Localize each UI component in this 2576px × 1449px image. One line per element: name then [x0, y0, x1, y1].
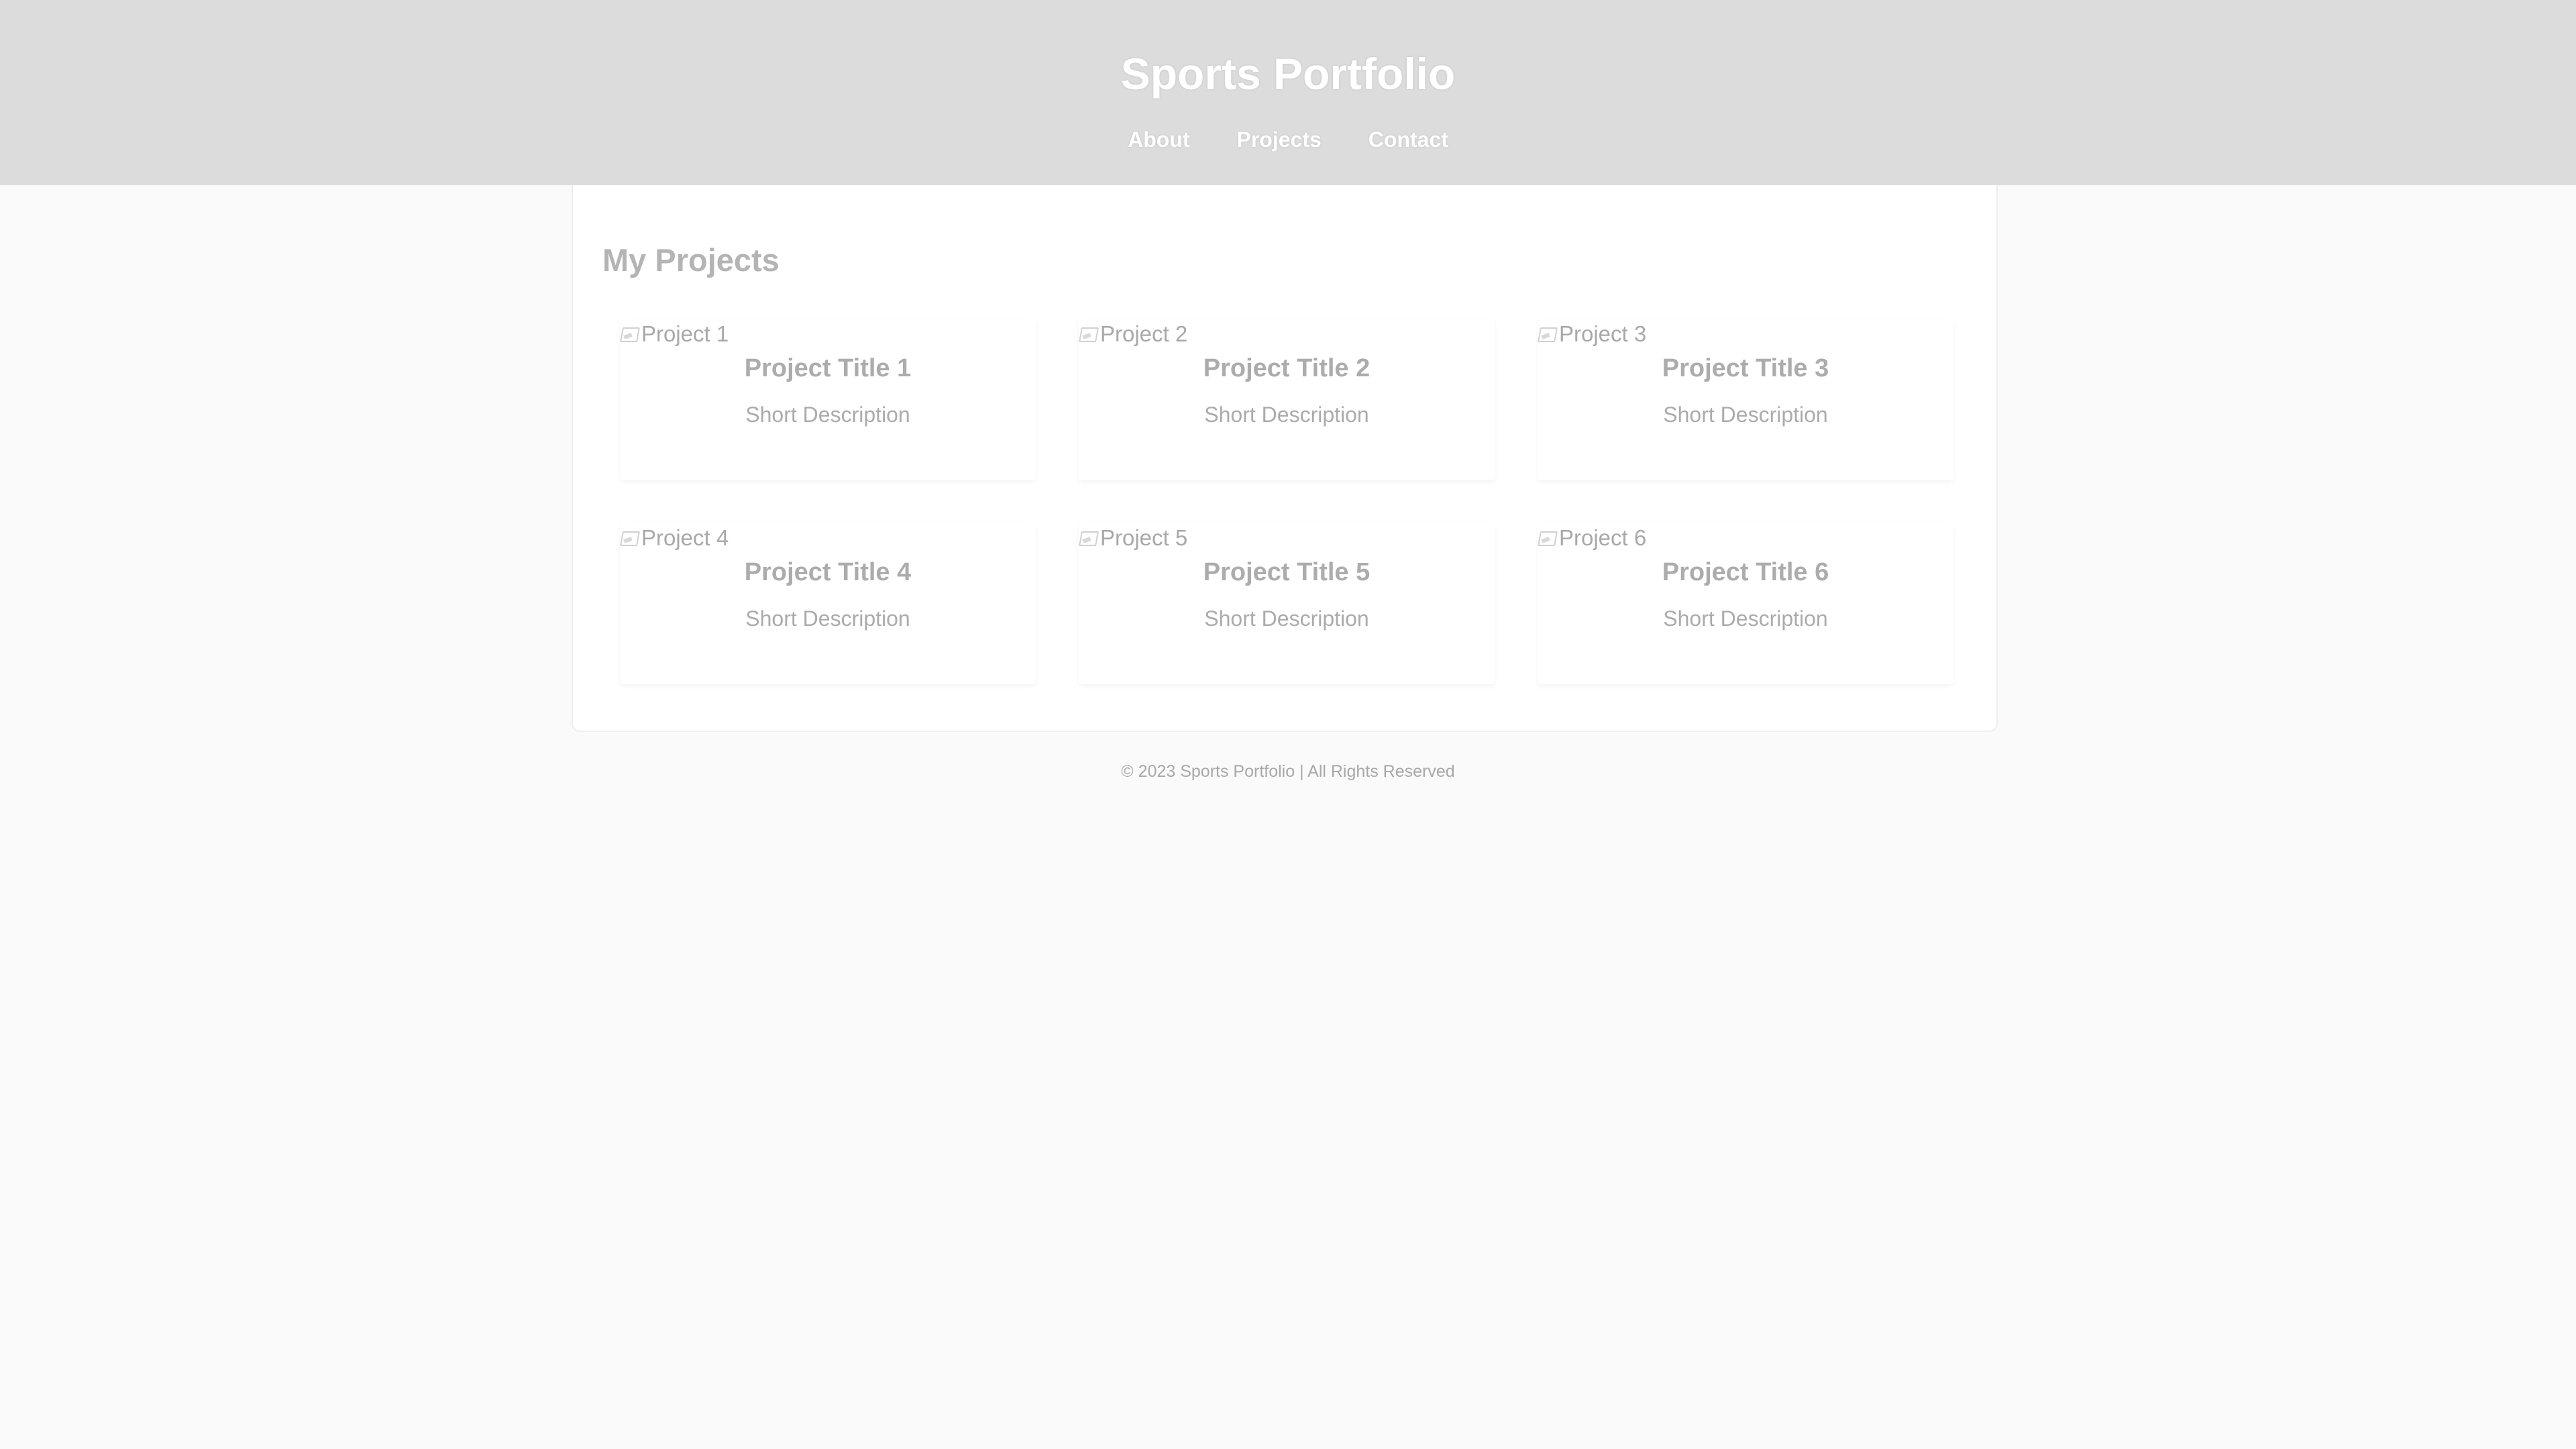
broken-image-icon: [1538, 529, 1556, 547]
project-image-alt: Project 5: [1100, 525, 1188, 550]
nav-link-about[interactable]: About: [1128, 123, 1189, 156]
project-description: Short Description: [1663, 606, 1828, 631]
project-image-alt: Project 3: [1559, 321, 1647, 346]
project-card-3[interactable]: Project 3 Project Title 3 Short Descript…: [1538, 319, 1953, 480]
project-title: Project Title 2: [1203, 354, 1371, 382]
site-footer: © 2023 Sports Portfolio | All Rights Res…: [0, 758, 2576, 785]
nav-link-contact[interactable]: Contact: [1368, 123, 1448, 156]
project-image: Project 6: [1538, 523, 1646, 553]
project-image: Project 3: [1538, 319, 1646, 349]
broken-image-icon: [1538, 325, 1556, 343]
broken-image-icon: [620, 325, 639, 343]
footer-copyright: © 2023 Sports Portfolio | All Rights Res…: [1121, 762, 1455, 781]
main-nav: About Projects Contact: [0, 123, 2576, 156]
site-title: Sports Portfolio: [1120, 49, 1456, 99]
project-title: Project Title 3: [1662, 354, 1829, 382]
project-card-5[interactable]: Project 5 Project Title 5 Short Descript…: [1079, 523, 1495, 684]
project-card-2[interactable]: Project 2 Project Title 2 Short Descript…: [1079, 319, 1495, 480]
project-image: Project 5: [1079, 523, 1187, 553]
project-description: Short Description: [745, 402, 910, 427]
nav-link-projects[interactable]: Projects: [1237, 123, 1322, 156]
project-image: Project 2: [1079, 319, 1187, 349]
project-card-6[interactable]: Project 6 Project Title 6 Short Descript…: [1538, 523, 1953, 684]
section-title: My Projects: [602, 242, 780, 278]
project-title: Project Title 4: [744, 558, 912, 586]
project-title: Project Title 1: [744, 354, 912, 382]
project-image: Project 1: [620, 319, 729, 349]
projects-section: My Projects Project 1 Project Title 1 Sh…: [572, 185, 1998, 732]
project-image-alt: Project 1: [641, 321, 729, 346]
project-title: Project Title 5: [1203, 558, 1371, 586]
project-title: Project Title 6: [1662, 558, 1829, 586]
site-header: Sports Portfolio About Projects Contact: [0, 0, 2576, 185]
project-image: Project 4: [620, 523, 729, 553]
project-card-4[interactable]: Project 4 Project Title 4 Short Descript…: [620, 523, 1036, 684]
broken-image-icon: [1079, 529, 1097, 547]
project-image-alt: Project 6: [1559, 525, 1647, 550]
project-image-alt: Project 4: [641, 525, 729, 550]
project-description: Short Description: [745, 606, 910, 631]
project-image-alt: Project 2: [1100, 321, 1188, 346]
project-description: Short Description: [1204, 402, 1369, 427]
broken-image-icon: [1079, 325, 1097, 343]
project-card-1[interactable]: Project 1 Project Title 1 Short Descript…: [620, 319, 1036, 480]
project-description: Short Description: [1204, 606, 1369, 631]
project-description: Short Description: [1663, 402, 1828, 427]
broken-image-icon: [620, 529, 639, 547]
